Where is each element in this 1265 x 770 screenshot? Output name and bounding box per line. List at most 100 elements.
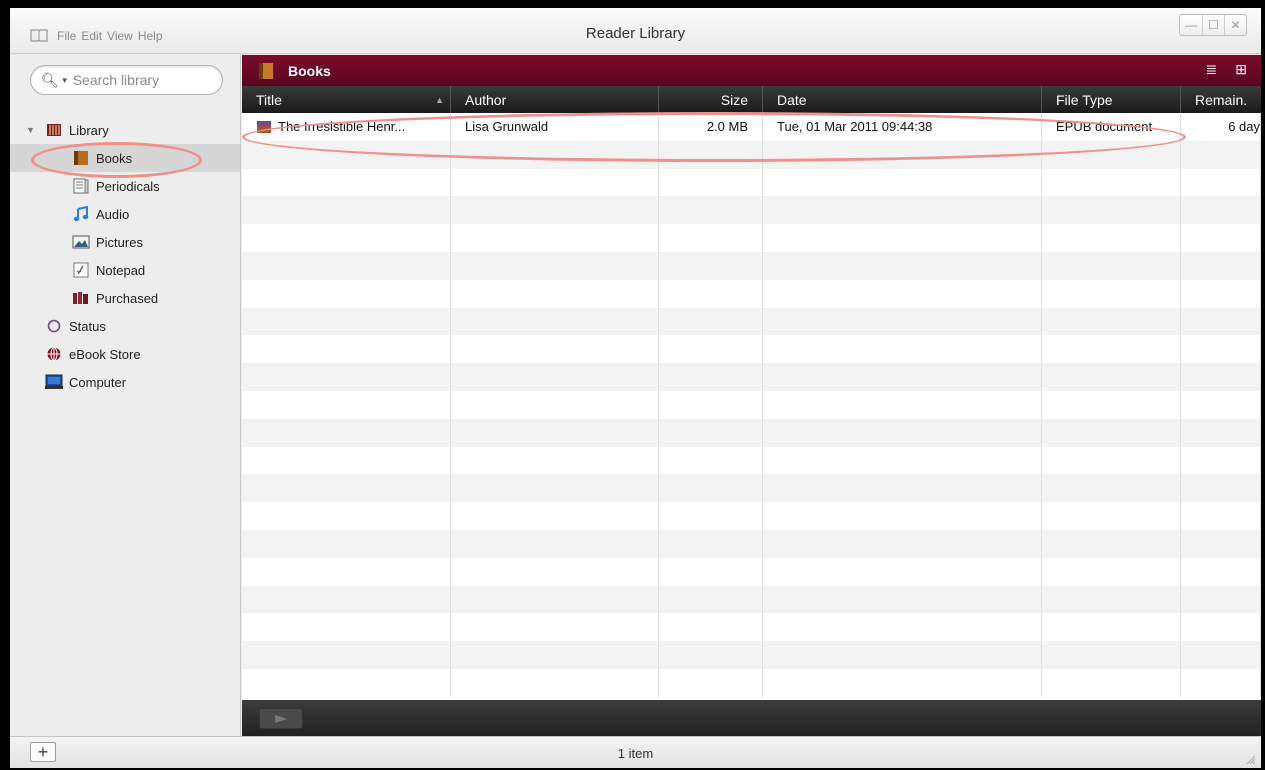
search-box[interactable]: 🔍︎ ▼ <box>30 65 223 95</box>
empty-cell <box>242 307 451 336</box>
column-header-remain[interactable]: Remain. <box>1181 86 1261 113</box>
empty-cell <box>763 668 1042 697</box>
menu-file[interactable]: File <box>57 29 76 43</box>
empty-cell <box>659 613 763 642</box>
sidebar-item-ebook-store[interactable]: eBook Store <box>10 340 240 368</box>
search-icon[interactable]: 🔍︎ <box>41 72 59 89</box>
column-header-date[interactable]: Date <box>763 86 1042 113</box>
audio-icon <box>72 206 90 222</box>
grid-view-icon[interactable]: ⊞ <box>1235 61 1247 78</box>
column-header-title[interactable]: Title ▲ <box>242 86 451 113</box>
sidebar-item-audio[interactable]: Audio <box>10 200 240 228</box>
empty-cell <box>1042 613 1181 642</box>
table-row[interactable]: The Irresistible Henr... Lisa Grunwald 2… <box>242 113 1261 141</box>
maximize-button[interactable]: ☐ <box>1202 15 1224 35</box>
empty-cell <box>1181 474 1261 503</box>
empty-cell <box>1181 335 1261 364</box>
menu-edit[interactable]: Edit <box>81 29 102 43</box>
sidebar-item-label: Audio <box>96 206 130 222</box>
sidebar-item-periodicals[interactable]: Periodicals <box>10 172 240 200</box>
search-options-caret-icon[interactable]: ▼ <box>61 76 69 85</box>
cell-remain: 6 day <box>1181 113 1261 141</box>
empty-cell <box>242 502 451 530</box>
empty-cell <box>659 363 763 391</box>
empty-cell <box>763 390 1042 419</box>
empty-cell <box>763 140 1042 169</box>
empty-cell <box>763 307 1042 336</box>
sidebar-item-label: Notepad <box>96 262 146 278</box>
library-tree: ▼ Library Books Periodicals Audio Pictur… <box>10 116 240 396</box>
column-header-author[interactable]: Author <box>451 86 659 113</box>
empty-cell <box>1181 502 1261 530</box>
sidebar-item-label: Library <box>69 122 109 138</box>
empty-cell <box>242 641 451 669</box>
playback-bar <box>242 700 1261 736</box>
minimize-button[interactable]: — <box>1180 15 1202 35</box>
empty-cell <box>242 140 451 169</box>
menu-help[interactable]: Help <box>138 29 163 43</box>
empty-cell <box>1042 168 1181 197</box>
column-header-label: Title <box>256 91 282 108</box>
empty-cell <box>451 446 659 475</box>
empty-cell <box>659 474 763 503</box>
empty-cell <box>242 279 451 308</box>
empty-cell <box>242 168 451 197</box>
books-icon <box>72 150 90 166</box>
empty-cell <box>763 418 1042 447</box>
column-header-file-type[interactable]: File Type <box>1042 86 1181 113</box>
column-header-label: File Type <box>1056 91 1113 108</box>
book-cover-icon <box>257 120 271 133</box>
sidebar-item-computer[interactable]: Computer <box>10 368 240 396</box>
empty-cell <box>1042 224 1181 252</box>
empty-cell <box>1181 668 1261 697</box>
empty-row <box>242 613 1261 642</box>
books-icon <box>259 62 273 79</box>
column-header-label: Date <box>777 91 807 108</box>
sidebar-item-books[interactable]: Books <box>10 144 240 172</box>
resize-grip-icon[interactable] <box>1245 754 1255 764</box>
empty-cell <box>1181 557 1261 586</box>
sidebar-item-purchased[interactable]: Purchased <box>10 284 240 312</box>
sidebar-item-library[interactable]: ▼ Library <box>10 116 240 144</box>
empty-cell <box>659 585 763 614</box>
empty-cell <box>242 446 451 475</box>
empty-cell <box>659 502 763 530</box>
empty-cell <box>1181 168 1261 197</box>
empty-cell <box>1181 641 1261 669</box>
sidebar-item-status[interactable]: Status <box>10 312 240 340</box>
search-input[interactable] <box>72 72 213 88</box>
empty-cell <box>659 140 763 169</box>
play-button[interactable] <box>259 708 303 729</box>
empty-cell <box>763 529 1042 558</box>
empty-cell <box>1181 390 1261 419</box>
empty-cell <box>451 502 659 530</box>
library-icon <box>45 122 63 138</box>
disclosure-triangle-icon[interactable]: ▼ <box>26 125 35 135</box>
empty-cell <box>451 557 659 586</box>
menu-view[interactable]: View <box>107 29 133 43</box>
empty-cell <box>1181 224 1261 252</box>
sidebar-item-notepad[interactable]: Notepad <box>10 256 240 284</box>
empty-row <box>242 363 1261 391</box>
sidebar-item-label: Computer <box>69 374 127 390</box>
close-button[interactable]: ✕ <box>1224 15 1246 35</box>
empty-cell <box>1042 363 1181 391</box>
book-title: The Irresistible Henr... <box>278 119 406 135</box>
empty-row <box>242 307 1261 336</box>
list-view-icon[interactable]: ≣ <box>1206 61 1218 78</box>
empty-row <box>242 585 1261 614</box>
empty-cell <box>1181 279 1261 308</box>
empty-cell <box>1042 641 1181 669</box>
empty-cell <box>763 279 1042 308</box>
empty-cell <box>1181 446 1261 475</box>
column-header-size[interactable]: Size <box>659 86 763 113</box>
empty-row <box>242 557 1261 586</box>
item-count: 1 item <box>617 746 654 761</box>
empty-cell <box>763 474 1042 503</box>
empty-cell <box>763 196 1042 225</box>
sidebar-item-pictures[interactable]: Pictures <box>10 228 240 256</box>
empty-cell <box>1181 363 1261 391</box>
empty-cell <box>659 390 763 419</box>
purchased-icon <box>72 290 90 306</box>
view-toggle: ≣ ⊞ <box>1206 61 1247 78</box>
